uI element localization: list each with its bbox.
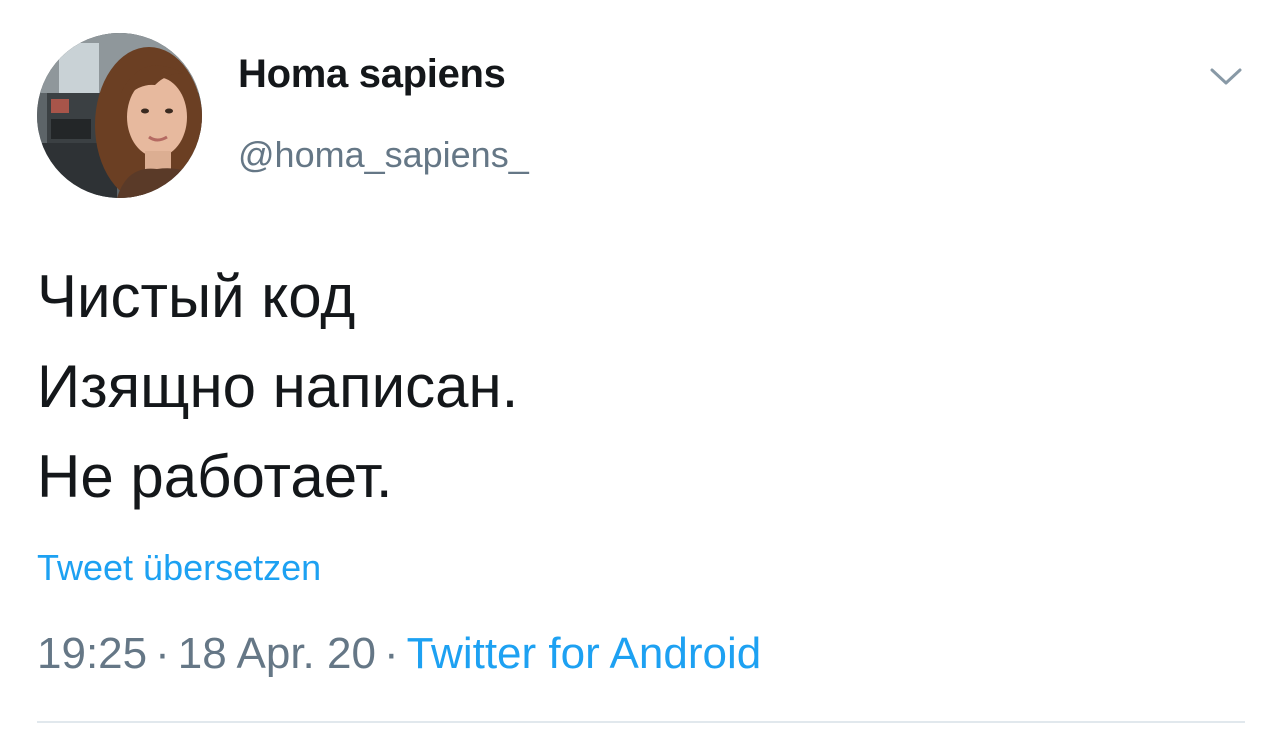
tweet-date[interactable]: 18 Apr. 20 — [178, 629, 376, 678]
tweet-text-line: Чистый код — [37, 263, 356, 330]
tweet-text-line: Не работает. — [37, 443, 393, 510]
separator: · — [383, 629, 399, 678]
author-display-name[interactable]: Homa sapiens — [238, 54, 506, 94]
chevron-down-icon — [1210, 68, 1242, 85]
tweet-menu-button[interactable] — [1206, 62, 1246, 92]
tweet-source-link[interactable]: Twitter for Android — [407, 629, 762, 678]
translate-tweet-link[interactable]: Tweet übersetzen — [37, 550, 321, 586]
separator: · — [155, 629, 170, 678]
tweet-metadata: 19:25 · 18 Apr. 20 · Twitter for Android — [37, 632, 761, 676]
divider — [37, 721, 1245, 723]
user-avatar-photo-icon — [37, 33, 202, 198]
tweet-time[interactable]: 19:25 — [37, 629, 147, 678]
tweet-text: Чистый код Изящно написан. Не работает. — [37, 252, 1237, 522]
author-handle[interactable]: @homa_sapiens_ — [238, 137, 529, 173]
tweet-text-line: Изящно написан. — [37, 353, 519, 420]
avatar[interactable] — [37, 33, 202, 198]
